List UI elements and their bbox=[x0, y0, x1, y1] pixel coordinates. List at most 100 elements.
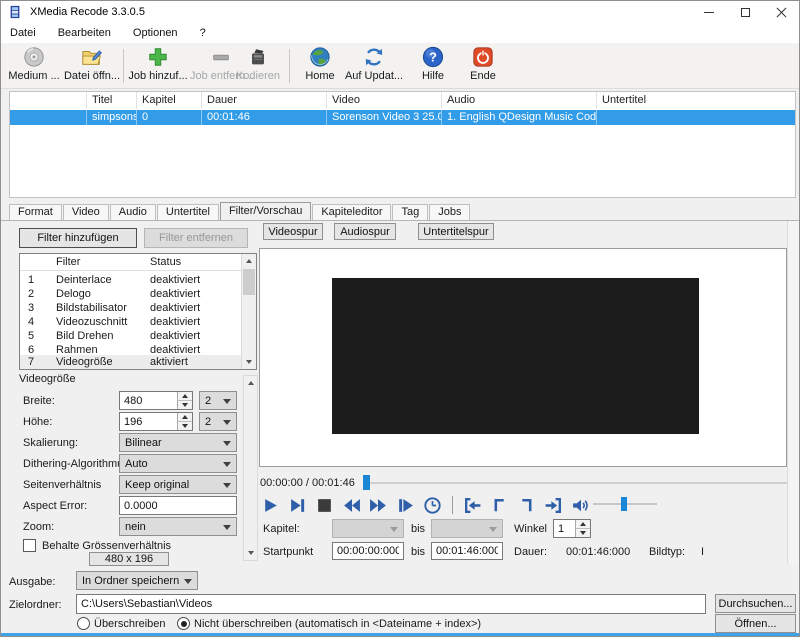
filter-row-videogroesse[interactable]: 7Videogrößeaktiviert bbox=[20, 355, 241, 369]
column-header-video[interactable]: Video bbox=[327, 92, 442, 109]
step-forward-button[interactable] bbox=[396, 496, 415, 515]
nicht-ueberschreiben-radio[interactable] bbox=[177, 617, 190, 630]
zielordner-input[interactable] bbox=[76, 594, 706, 614]
durchsuchen-button[interactable]: Durchsuchen... bbox=[715, 594, 796, 613]
filter-list-scrollbar[interactable] bbox=[241, 254, 256, 369]
hoehe-mod-select[interactable]: 2 bbox=[199, 412, 237, 431]
filter-status: deaktiviert bbox=[150, 329, 200, 343]
fast-forward-button[interactable] bbox=[369, 496, 388, 515]
zoom-select[interactable]: nein bbox=[119, 517, 237, 536]
next-frame-button[interactable] bbox=[288, 496, 307, 515]
breite-input[interactable] bbox=[120, 392, 177, 409]
globe-icon bbox=[309, 46, 331, 68]
menu-hilfe[interactable]: ? bbox=[200, 27, 206, 39]
scroll-up-icon[interactable] bbox=[242, 254, 256, 268]
column-header-kapitel[interactable]: Kapitel bbox=[137, 92, 202, 109]
column-header-untertitel[interactable]: Untertitel bbox=[597, 92, 720, 109]
tab-video[interactable]: Video bbox=[63, 204, 109, 220]
videospur-button[interactable]: Videospur bbox=[263, 223, 323, 240]
toolbar-help-button[interactable]: ? Hilfe bbox=[413, 46, 453, 82]
time-select-button[interactable] bbox=[423, 496, 442, 515]
oeffnen-button[interactable]: Öffnen... bbox=[715, 614, 796, 633]
aspect-error-input[interactable] bbox=[119, 496, 237, 515]
column-header-dauer[interactable]: Dauer bbox=[202, 92, 327, 109]
toolbar-medium-button[interactable]: Medium ... bbox=[7, 46, 61, 82]
menu-bearbeiten[interactable]: Bearbeiten bbox=[58, 27, 111, 39]
skalierung-select[interactable]: Bilinear bbox=[119, 433, 237, 452]
hoehe-spin-buttons[interactable] bbox=[177, 413, 192, 430]
set-end-marker-button[interactable] bbox=[517, 496, 536, 515]
filter-row-bild-drehen[interactable]: 5Bild Drehendeaktiviert bbox=[20, 329, 241, 343]
scroll-down-icon[interactable] bbox=[242, 355, 256, 369]
volume-button[interactable] bbox=[571, 496, 590, 515]
minimize-button[interactable] bbox=[691, 1, 727, 23]
close-button[interactable] bbox=[763, 1, 799, 23]
size-preset-button[interactable]: 480 x 196 bbox=[89, 552, 169, 566]
stop-button[interactable] bbox=[315, 496, 334, 515]
ausgabe-select[interactable]: In Ordner speichern bbox=[76, 571, 198, 590]
seitenverhaeltnis-select[interactable]: Keep original bbox=[119, 475, 237, 494]
panel-scrollbar[interactable] bbox=[787, 221, 800, 563]
column-header-titel[interactable]: Titel bbox=[87, 92, 137, 109]
breite-stepper[interactable] bbox=[119, 391, 193, 410]
keep-ratio-checkbox[interactable] bbox=[23, 539, 36, 552]
maximize-button[interactable] bbox=[727, 1, 763, 23]
column-header-audio[interactable]: Audio bbox=[442, 92, 597, 109]
tab-filter-vorschau[interactable]: Filter/Vorschau bbox=[220, 202, 311, 220]
scroll-down-icon[interactable] bbox=[244, 546, 257, 560]
filter-row-videozuschnitt[interactable]: 4Videozuschnittdeaktiviert bbox=[20, 315, 241, 329]
ueberschreiben-radio[interactable] bbox=[77, 617, 90, 630]
toolbar-home-button[interactable]: Home bbox=[299, 46, 341, 82]
breite-mod-value: 2 bbox=[205, 395, 211, 407]
breite-spin-buttons[interactable] bbox=[177, 392, 192, 409]
audiospur-button[interactable]: Audiospur bbox=[334, 223, 396, 240]
mark-in-icon bbox=[490, 496, 509, 515]
filter-column-header[interactable]: Filter bbox=[56, 256, 80, 268]
scroll-up-icon[interactable] bbox=[244, 376, 257, 390]
startpunkt-input[interactable] bbox=[332, 542, 404, 560]
seek-thumb[interactable] bbox=[363, 475, 370, 490]
play-button[interactable] bbox=[261, 496, 280, 515]
tab-jobs[interactable]: Jobs bbox=[429, 204, 470, 220]
tab-kapiteleditor[interactable]: Kapiteleditor bbox=[312, 204, 391, 220]
jump-to-start-button[interactable] bbox=[463, 496, 482, 515]
filter-row-bildstabilisator[interactable]: 3Bildstabilisatordeaktiviert bbox=[20, 301, 241, 315]
toolbar-exit-label: Ende bbox=[463, 70, 503, 82]
winkel-input[interactable] bbox=[554, 520, 575, 537]
menu-datei[interactable]: Datei bbox=[10, 27, 36, 39]
toolbar-open-file-button[interactable]: Datei öffn... bbox=[63, 46, 121, 82]
dithering-select[interactable]: Auto bbox=[119, 454, 237, 473]
hoehe-stepper[interactable] bbox=[119, 412, 193, 431]
tab-tag[interactable]: Tag bbox=[392, 204, 428, 220]
status-column-header[interactable]: Status bbox=[150, 256, 181, 268]
untertitelspur-button[interactable]: Untertitelspur bbox=[418, 223, 494, 240]
toolbar-exit-button[interactable]: Ende bbox=[463, 46, 503, 82]
tab-audio[interactable]: Audio bbox=[110, 204, 156, 220]
hoehe-input[interactable] bbox=[120, 413, 177, 430]
seek-bar[interactable] bbox=[363, 482, 787, 484]
filter-row-delogo[interactable]: 2Delogodeaktiviert bbox=[20, 287, 241, 301]
media-row-selected[interactable]: simpsons_t... 0 00:01:46 Sorenson Video … bbox=[10, 110, 795, 125]
endpunkt-input[interactable] bbox=[431, 542, 503, 560]
toolbar-update-button[interactable]: Auf Updat... bbox=[343, 46, 405, 82]
scroll-thumb[interactable] bbox=[243, 269, 255, 295]
set-start-marker-button[interactable] bbox=[490, 496, 509, 515]
breite-mod-select[interactable]: 2 bbox=[199, 391, 237, 410]
chevron-down-icon bbox=[184, 579, 192, 584]
plus-icon bbox=[147, 46, 169, 68]
winkel-stepper[interactable] bbox=[553, 519, 591, 538]
add-filter-button[interactable]: Filter hinzufügen bbox=[19, 228, 137, 248]
menu-optionen[interactable]: Optionen bbox=[133, 27, 178, 39]
tab-untertitel[interactable]: Untertitel bbox=[157, 204, 219, 220]
filter-status: deaktiviert bbox=[150, 315, 200, 329]
toolbar-add-job-button[interactable]: Job hinzuf... bbox=[128, 46, 188, 82]
winkel-spin-buttons[interactable] bbox=[575, 520, 590, 537]
settings-scrollbar[interactable] bbox=[243, 375, 258, 561]
jump-to-end-button[interactable] bbox=[544, 496, 563, 515]
toolbar-update-label: Auf Updat... bbox=[343, 70, 405, 82]
column-header-blank[interactable] bbox=[10, 92, 87, 109]
rewind-button[interactable] bbox=[342, 496, 361, 515]
tab-format[interactable]: Format bbox=[9, 204, 62, 220]
volume-thumb[interactable] bbox=[621, 497, 627, 511]
filter-row-deinterlace[interactable]: 1Deinterlacedeaktiviert bbox=[20, 273, 241, 287]
